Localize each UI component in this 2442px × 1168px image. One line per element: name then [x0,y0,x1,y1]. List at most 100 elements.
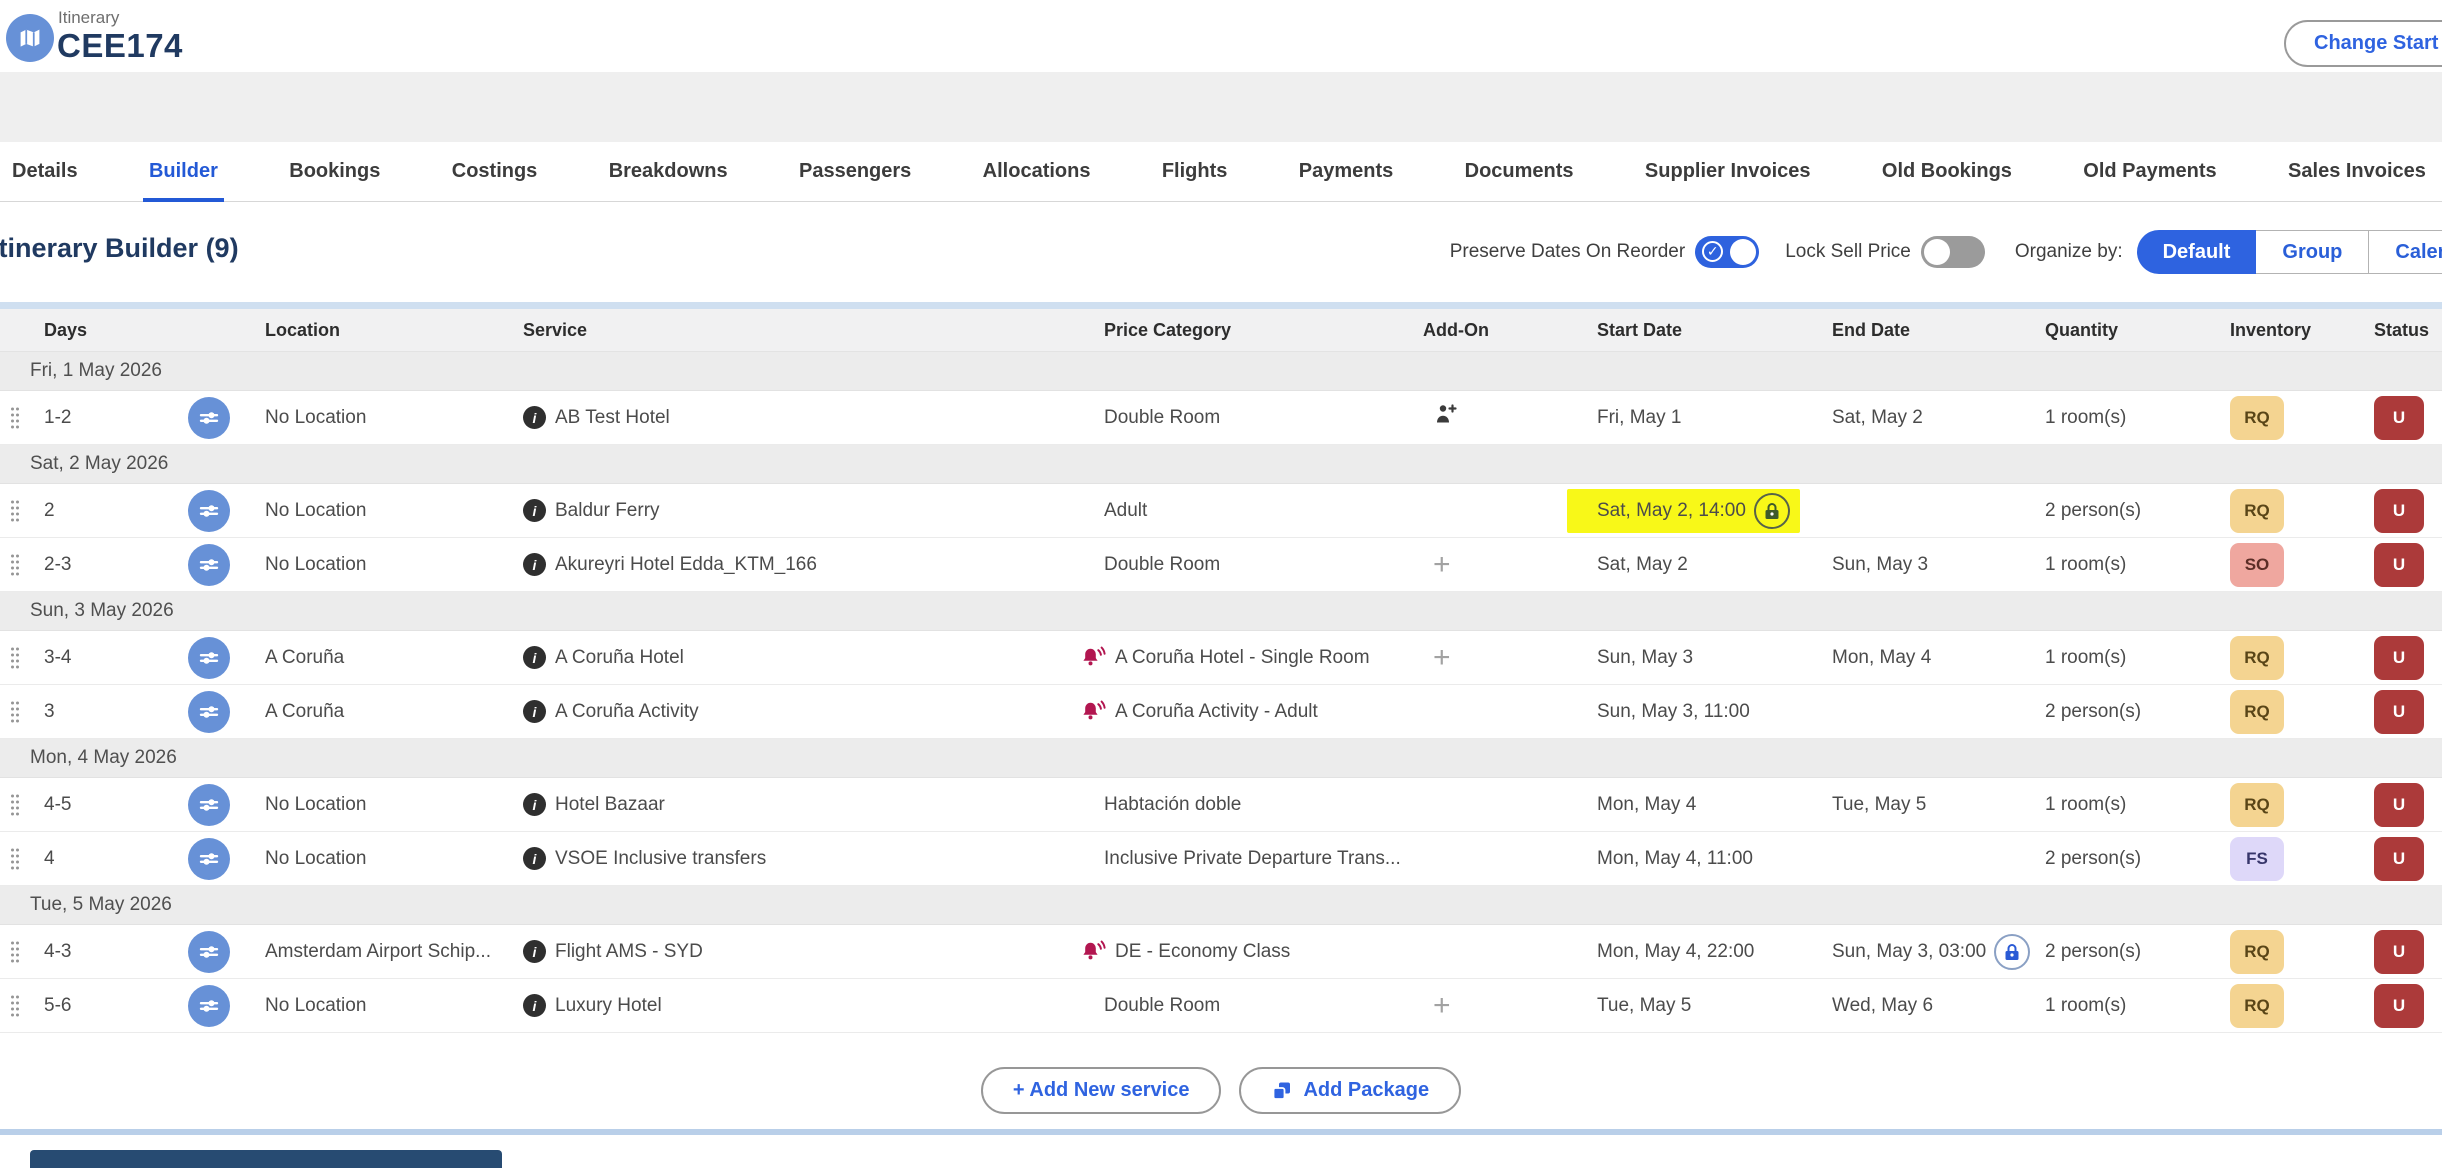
quantity-cell[interactable]: 2 person(s) [2035,941,2220,963]
quantity-cell[interactable]: 2 person(s) [2035,848,2220,870]
service-row[interactable]: 4-3Amsterdam Airport Schip...iFlight AMS… [0,925,2442,979]
service-row[interactable]: 4No LocationiVSOE Inclusive transfersInc… [0,832,2442,886]
info-icon[interactable]: i [523,646,546,669]
quantity-cell[interactable]: 1 room(s) [2035,794,2220,816]
row-drag-handle[interactable] [0,939,30,965]
row-drag-handle[interactable] [0,846,30,872]
quantity-cell[interactable]: 2 person(s) [2035,500,2220,522]
quantity-cell[interactable]: 2 person(s) [2035,701,2220,723]
start-date-cell[interactable]: Sun, May 3 [1585,647,1820,669]
inventory-badge[interactable]: RQ [2230,690,2284,734]
end-date-cell[interactable]: Tue, May 5 [1820,794,2035,816]
status-badge[interactable]: U [2374,837,2424,881]
start-date-cell[interactable]: Mon, May 4, 22:00 [1585,941,1820,963]
tab-documents[interactable]: Documents [1465,142,1574,202]
row-drag-handle[interactable] [0,993,30,1019]
status-badge[interactable]: U [2374,396,2424,440]
end-date-cell[interactable]: Sun, May 3, 03:00 [1820,934,2035,970]
tab-bookings[interactable]: Bookings [289,142,380,202]
info-icon[interactable]: i [523,499,546,522]
sliders-icon[interactable] [188,490,230,532]
add-addon-plus-icon[interactable]: + [1433,991,1451,1021]
sliders-icon[interactable] [188,397,230,439]
row-drag-handle[interactable] [0,645,30,671]
inventory-badge[interactable]: RQ [2230,489,2284,533]
status-badge[interactable]: U [2374,489,2424,533]
service-row[interactable]: 3-4A CoruñaiA Coruña HotelA Coruña Hotel… [0,631,2442,685]
status-badge[interactable]: U [2374,984,2424,1028]
info-icon[interactable]: i [523,700,546,723]
quantity-cell[interactable]: 1 room(s) [2035,647,2220,669]
start-date-cell[interactable]: Sat, May 2, 14:00 [1585,489,1820,533]
lock-icon[interactable] [1754,493,1790,529]
inventory-badge[interactable]: RQ [2230,984,2284,1028]
status-badge[interactable]: U [2374,930,2424,974]
tab-details[interactable]: Details [12,142,78,202]
quantity-cell[interactable]: 1 room(s) [2035,407,2220,429]
row-drag-handle[interactable] [0,552,30,578]
tab-flights[interactable]: Flights [1162,142,1228,202]
inventory-badge[interactable]: FS [2230,837,2284,881]
end-date-cell[interactable]: Mon, May 4 [1820,647,2035,669]
tab-old-payments[interactable]: Old Payments [2083,142,2216,202]
organize-option-group[interactable]: Group [2256,230,2369,274]
tab-old-bookings[interactable]: Old Bookings [1882,142,2012,202]
sliders-icon[interactable] [188,985,230,1027]
info-icon[interactable]: i [523,940,546,963]
quantity-cell[interactable]: 1 room(s) [2035,995,2220,1017]
add-new-service-button[interactable]: + Add New service [981,1067,1222,1114]
lock-icon[interactable] [1994,934,2030,970]
info-icon[interactable]: i [523,793,546,816]
info-icon[interactable]: i [523,847,546,870]
inventory-badge[interactable]: RQ [2230,396,2284,440]
info-icon[interactable]: i [523,994,546,1017]
sliders-icon[interactable] [188,784,230,826]
inventory-badge[interactable]: RQ [2230,930,2284,974]
preserve-dates-toggle[interactable]: ✓ [1695,236,1759,268]
organize-option-default[interactable]: Default [2137,230,2257,274]
sliders-icon[interactable] [188,637,230,679]
add-addon-plus-icon[interactable]: + [1433,550,1451,580]
tab-breakdowns[interactable]: Breakdowns [609,142,728,202]
add-package-button[interactable]: Add Package [1239,1067,1461,1114]
info-icon[interactable]: i [523,553,546,576]
tab-payments[interactable]: Payments [1299,142,1394,202]
end-date-cell[interactable]: Wed, May 6 [1820,995,2035,1017]
status-badge[interactable]: U [2374,636,2424,680]
start-date-cell[interactable]: Fri, May 1 [1585,407,1820,429]
tab-sales-invoices[interactable]: Sales Invoices [2288,142,2426,202]
inventory-badge[interactable]: RQ [2230,783,2284,827]
status-badge[interactable]: U [2374,783,2424,827]
start-date-cell[interactable]: Sun, May 3, 11:00 [1585,701,1820,723]
sliders-icon[interactable] [188,544,230,586]
start-date-cell[interactable]: Tue, May 5 [1585,995,1820,1017]
add-addon-plus-icon[interactable]: + [1433,643,1451,673]
end-date-cell[interactable]: Sun, May 3 [1820,554,2035,576]
inventory-badge[interactable]: RQ [2230,636,2284,680]
sliders-icon[interactable] [188,838,230,880]
lock-sell-price-toggle[interactable] [1921,236,1985,268]
tab-costings[interactable]: Costings [452,142,538,202]
organize-option-calendar[interactable]: Calendar [2369,230,2442,274]
service-row[interactable]: 3A CoruñaiA Coruña ActivityA Coruña Acti… [0,685,2442,739]
sliders-icon[interactable] [188,931,230,973]
row-drag-handle[interactable] [0,699,30,725]
row-drag-handle[interactable] [0,405,30,431]
row-drag-handle[interactable] [0,792,30,818]
service-row[interactable]: 4-5No LocationiHotel BazaarHabtación dob… [0,778,2442,832]
inventory-badge[interactable]: SO [2230,543,2284,587]
service-row[interactable]: 2No LocationiBaldur FerryAdultSat, May 2… [0,484,2442,538]
person-plus-icon[interactable] [1433,402,1459,434]
end-date-cell[interactable]: Sat, May 2 [1820,407,2035,429]
info-icon[interactable]: i [523,406,546,429]
start-date-cell[interactable]: Sat, May 2 [1585,554,1820,576]
change-start-date-button[interactable]: Change Start Date [2284,20,2442,67]
status-badge[interactable]: U [2374,690,2424,734]
service-row[interactable]: 5-6No LocationiLuxury HotelDouble Room+T… [0,979,2442,1033]
service-row[interactable]: 2-3No LocationiAkureyri Hotel Edda_KTM_1… [0,538,2442,592]
start-date-cell[interactable]: Mon, May 4 [1585,794,1820,816]
tab-allocations[interactable]: Allocations [983,142,1091,202]
service-row[interactable]: 1-2No LocationiAB Test HotelDouble RoomF… [0,391,2442,445]
row-drag-handle[interactable] [0,498,30,524]
quantity-cell[interactable]: 1 room(s) [2035,554,2220,576]
